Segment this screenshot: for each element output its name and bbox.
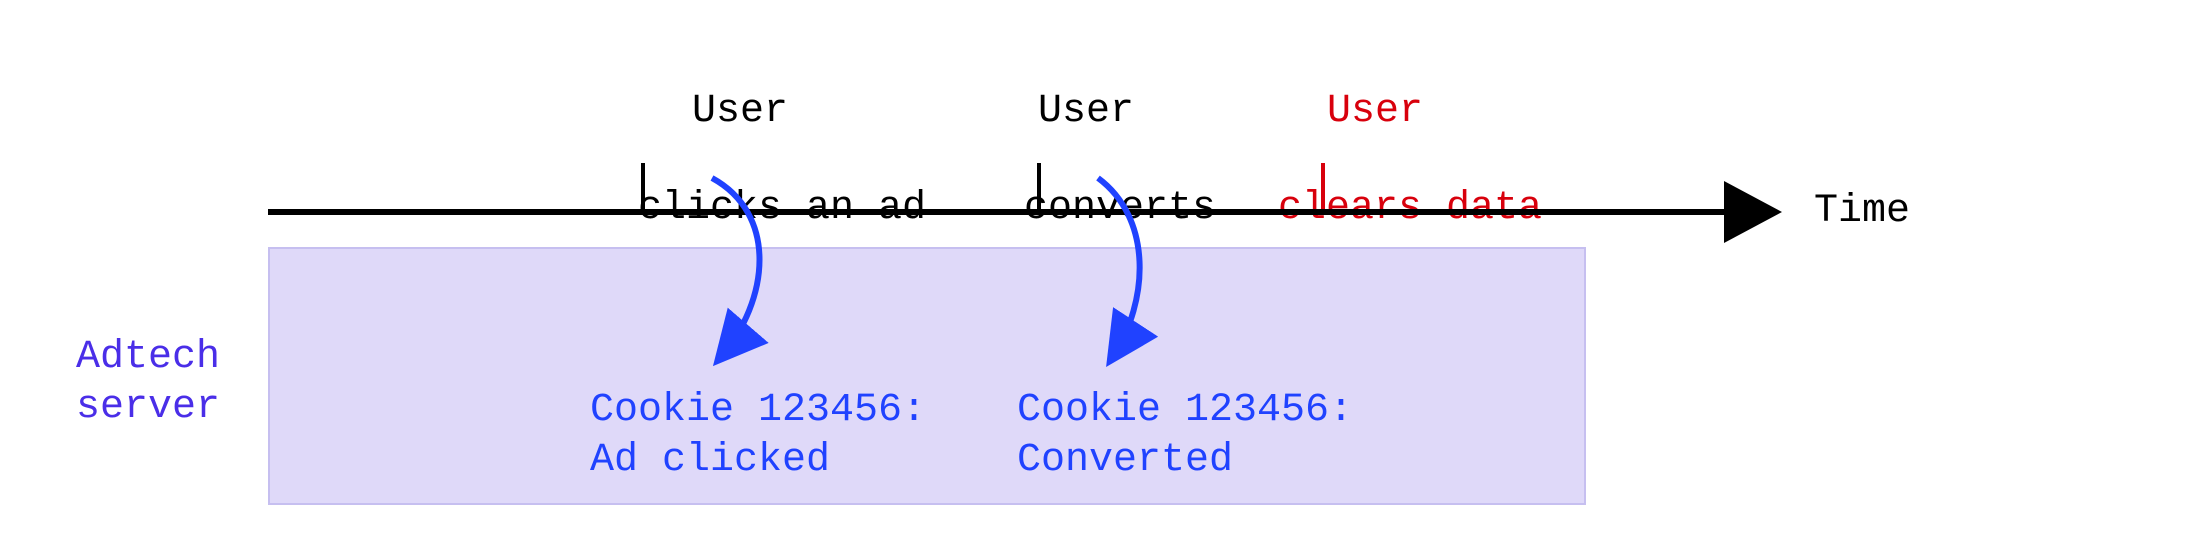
- adtech-server-label: Adtech server: [76, 333, 220, 433]
- event-click-line1: User: [692, 89, 788, 134]
- timeline-arrowhead-icon: [1724, 181, 1782, 243]
- tick-clear: [1321, 163, 1325, 209]
- event-convert-line1: User: [1038, 89, 1134, 134]
- event-clear-line1: User: [1327, 89, 1423, 134]
- record-convert: Cookie 123456: Converted: [1017, 386, 1353, 486]
- timeline-axis: [268, 209, 1732, 215]
- diagram-canvas: User clicks an ad User converts User cle…: [0, 0, 2188, 534]
- tick-convert: [1037, 163, 1041, 209]
- tick-click: [641, 163, 645, 209]
- axis-label: Time: [1814, 189, 1910, 234]
- record-click: Cookie 123456: Ad clicked: [590, 386, 926, 486]
- adtech-server-box: [268, 247, 1586, 505]
